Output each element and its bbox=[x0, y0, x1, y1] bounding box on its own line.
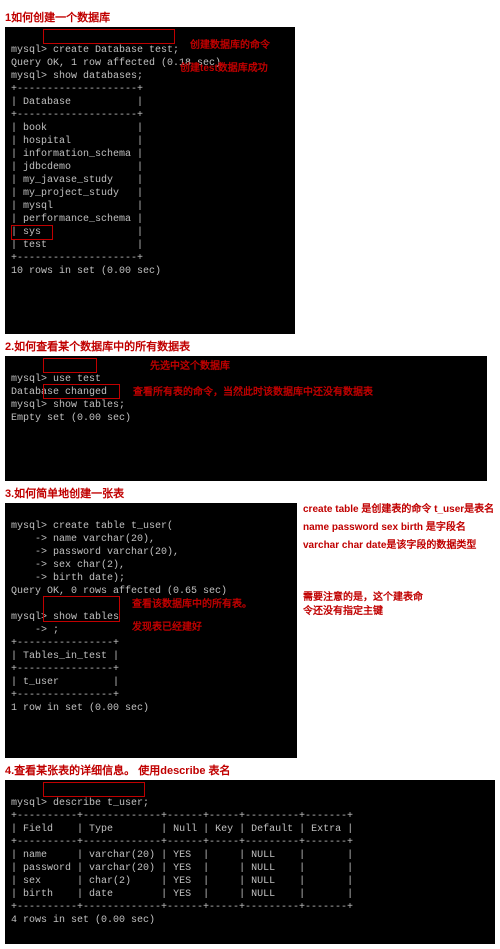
annot-no-pk: 需要注意的是，这个建表命令还没有指定主键 bbox=[303, 591, 423, 619]
t1-r4: | jdbcdemo | bbox=[11, 162, 143, 173]
t4-l1: mysql> describe t_user; bbox=[11, 798, 149, 809]
box-create-db bbox=[43, 29, 175, 44]
annot-select-db: 先选中这个数据库 bbox=[150, 360, 230, 373]
t3-l3: -> password varchar(20), bbox=[11, 547, 179, 558]
box-describe bbox=[43, 782, 145, 797]
terminal-4: mysql> describe t_user; +----------+----… bbox=[5, 780, 495, 944]
annot-create-table: create table 是创建表的命令 t_user是表名 bbox=[303, 503, 495, 517]
t3-sep3: +----------------+ bbox=[11, 690, 119, 701]
t3-l8: -> ; bbox=[11, 625, 59, 636]
annot-fields: name password sex birth 是字段名 bbox=[303, 521, 495, 535]
t4-h-ext: Extra bbox=[311, 824, 341, 835]
section1-title: 1如何创建一个数据库 bbox=[5, 9, 495, 25]
t3-sep2: +----------------+ bbox=[11, 664, 119, 675]
t4-c3f: sex bbox=[23, 876, 41, 887]
t4-c1t: varchar(20) bbox=[89, 850, 155, 861]
t4-h-null: Null bbox=[173, 824, 197, 835]
t1-r2: | hospital | bbox=[11, 136, 143, 147]
t4-c2n: YES bbox=[173, 863, 191, 874]
terminal-3: mysql> create table t_user( -> name varc… bbox=[5, 503, 297, 758]
t4-h-key: Key bbox=[215, 824, 233, 835]
t4-c1f: name bbox=[23, 850, 47, 861]
t4-c3t: char(2) bbox=[89, 876, 131, 887]
annot-create-cmd: 创建数据库的命令 bbox=[190, 39, 270, 52]
t1-r5: | my_javase_study | bbox=[11, 175, 143, 186]
t4-c2d: NULL bbox=[251, 863, 275, 874]
t3-hdr: | Tables_in_test | bbox=[11, 651, 119, 662]
box-show-tables-2 bbox=[43, 596, 120, 622]
t1-line3: mysql> show databases; bbox=[11, 71, 143, 82]
t4-c1d: NULL bbox=[251, 850, 275, 861]
terminal-1: mysql> create Database test; Query OK, 1… bbox=[5, 27, 295, 334]
annot-show-tables: 查看所有表的命令，当然此时该数据库中还没有数据表 bbox=[133, 386, 473, 399]
t2-l3: mysql> show tables; bbox=[11, 400, 125, 411]
t4-c4f: birth bbox=[23, 889, 53, 900]
section3-side-annot: create table 是创建表的命令 t_user是表名 name pass… bbox=[297, 503, 495, 619]
section2-title: 2.如何查看某个数据库中的所有数据表 bbox=[5, 338, 495, 354]
t3-l4: -> sex char(2), bbox=[11, 560, 125, 571]
t4-c2f: password bbox=[23, 863, 71, 874]
t3-foot: 1 row in set (0.00 sec) bbox=[11, 703, 149, 714]
t1-r10: | test | bbox=[11, 240, 143, 251]
t4-h-field: Field bbox=[23, 824, 53, 835]
t4-c2t: varchar(20) bbox=[89, 863, 155, 874]
t1-sep1: +--------------------+ bbox=[11, 84, 143, 95]
t4-c3d: NULL bbox=[251, 876, 275, 887]
t3-l2: -> name varchar(20), bbox=[11, 534, 155, 545]
section3-title: 3.如何简单地创建一张表 bbox=[5, 485, 495, 501]
t1-r8: | performance_schema | bbox=[11, 214, 143, 225]
t1-sep3: +--------------------+ bbox=[11, 253, 143, 264]
t4-h-def: Default bbox=[251, 824, 293, 835]
annot-view-all-tables: 查看该数据库中的所有表。 bbox=[132, 598, 282, 611]
t4-h-type: Type bbox=[89, 824, 113, 835]
terminal-2: mysql> use test Database changed mysql> … bbox=[5, 356, 487, 481]
annot-types: varchar char date是该字段的数据类型 bbox=[303, 539, 495, 553]
t3-l5: -> birth date); bbox=[11, 573, 125, 584]
t1-line1: mysql> create Database test; bbox=[11, 45, 179, 56]
annot-table-created: 发现表已经建好 bbox=[132, 621, 202, 634]
t4-c4t: date bbox=[89, 889, 113, 900]
t1-r7: | mysql | bbox=[11, 201, 143, 212]
t4-foot: 4 rows in set (0.00 sec) bbox=[11, 915, 155, 926]
box-show-tables bbox=[43, 384, 120, 399]
t4-c4n: YES bbox=[173, 889, 191, 900]
t3-r1: | t_user | bbox=[11, 677, 119, 688]
t1-foot: 10 rows in set (0.00 sec) bbox=[11, 266, 161, 277]
annot-create-ok: 创建test数据库成功 bbox=[180, 62, 268, 75]
t4-c3n: YES bbox=[173, 876, 191, 887]
box-use-test bbox=[43, 358, 97, 373]
section4-title: 4.查看某张表的详细信息。 使用describe 表名 bbox=[5, 762, 495, 778]
t1-r1: | book | bbox=[11, 123, 143, 134]
box-test-row bbox=[11, 225, 53, 240]
t1-hdr: | Database | bbox=[11, 97, 143, 108]
t2-l4: Empty set (0.00 sec) bbox=[11, 413, 131, 424]
t4-c4d: NULL bbox=[251, 889, 275, 900]
t1-r3: | information_schema | bbox=[11, 149, 143, 160]
t1-r6: | my_project_study | bbox=[11, 188, 143, 199]
t1-sep2: +--------------------+ bbox=[11, 110, 143, 121]
t3-sep1: +----------------+ bbox=[11, 638, 119, 649]
t3-l1: mysql> create table t_user( bbox=[11, 521, 173, 532]
t4-c1n: YES bbox=[173, 850, 191, 861]
